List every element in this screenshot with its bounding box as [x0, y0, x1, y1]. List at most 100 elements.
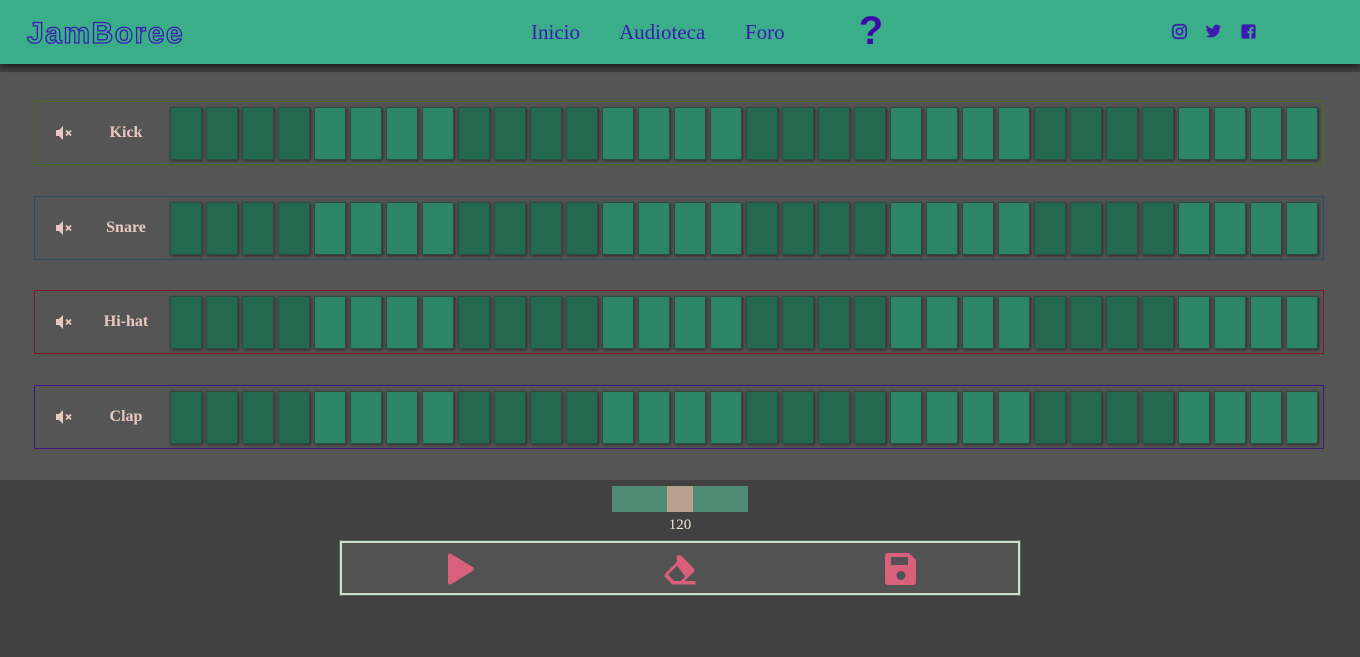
step-pad[interactable] [638, 391, 670, 444]
step-pad[interactable] [890, 107, 922, 160]
step-pad[interactable] [1250, 391, 1282, 444]
step-pad[interactable] [998, 391, 1030, 444]
step-pad[interactable] [710, 202, 742, 255]
step-pad[interactable] [1034, 296, 1066, 349]
step-pad[interactable] [1286, 107, 1318, 160]
step-pad[interactable] [998, 296, 1030, 349]
step-pad[interactable] [242, 202, 274, 255]
step-pad[interactable] [1106, 391, 1138, 444]
step-pad[interactable] [1070, 202, 1102, 255]
step-pad[interactable] [1034, 391, 1066, 444]
step-pad[interactable] [1178, 202, 1210, 255]
step-pad[interactable] [386, 202, 418, 255]
step-pad[interactable] [530, 107, 562, 160]
step-pad[interactable] [314, 202, 346, 255]
step-pad[interactable] [962, 391, 994, 444]
step-pad[interactable] [710, 296, 742, 349]
step-pad[interactable] [1178, 391, 1210, 444]
tempo-slider-thumb[interactable] [667, 486, 693, 512]
step-pad[interactable] [1106, 107, 1138, 160]
step-pad[interactable] [278, 391, 310, 444]
step-pad[interactable] [782, 202, 814, 255]
step-pad[interactable] [1142, 391, 1174, 444]
clear-button[interactable] [662, 551, 698, 587]
step-pad[interactable] [998, 202, 1030, 255]
step-pad[interactable] [674, 296, 706, 349]
step-pad[interactable] [530, 391, 562, 444]
step-pad[interactable] [458, 107, 490, 160]
step-pad[interactable] [206, 391, 238, 444]
step-pad[interactable] [710, 391, 742, 444]
step-pad[interactable] [890, 202, 922, 255]
step-pad[interactable] [494, 107, 526, 160]
step-pad[interactable] [1286, 391, 1318, 444]
step-pad[interactable] [1034, 202, 1066, 255]
step-pad[interactable] [746, 391, 778, 444]
step-pad[interactable] [1214, 107, 1246, 160]
step-pad[interactable] [242, 107, 274, 160]
step-pad[interactable] [566, 107, 598, 160]
nav-link-foro[interactable]: Foro [745, 20, 785, 44]
step-pad[interactable] [854, 107, 886, 160]
step-pad[interactable] [674, 202, 706, 255]
step-pad[interactable] [386, 296, 418, 349]
step-pad[interactable] [998, 107, 1030, 160]
step-pad[interactable] [458, 296, 490, 349]
step-pad[interactable] [350, 391, 382, 444]
step-pad[interactable] [566, 202, 598, 255]
step-pad[interactable] [782, 391, 814, 444]
step-pad[interactable] [1286, 202, 1318, 255]
step-pad[interactable] [602, 202, 634, 255]
jamboree-logo[interactable]: JamBoree [27, 14, 221, 50]
step-pad[interactable] [854, 391, 886, 444]
step-pad[interactable] [422, 296, 454, 349]
step-pad[interactable] [206, 107, 238, 160]
step-pad[interactable] [638, 107, 670, 160]
step-pad[interactable] [818, 391, 850, 444]
step-pad[interactable] [458, 202, 490, 255]
step-pad[interactable] [1142, 202, 1174, 255]
step-pad[interactable] [674, 107, 706, 160]
step-pad[interactable] [1178, 107, 1210, 160]
step-pad[interactable] [242, 296, 274, 349]
play-button[interactable] [442, 551, 478, 587]
step-pad[interactable] [458, 391, 490, 444]
step-pad[interactable] [206, 296, 238, 349]
help-icon[interactable]: ? [856, 10, 886, 52]
step-pad[interactable] [890, 391, 922, 444]
step-pad[interactable] [1142, 296, 1174, 349]
step-pad[interactable] [926, 296, 958, 349]
step-pad[interactable] [1070, 296, 1102, 349]
step-pad[interactable] [962, 107, 994, 160]
step-pad[interactable] [350, 107, 382, 160]
step-pad[interactable] [638, 296, 670, 349]
step-pad[interactable] [782, 296, 814, 349]
step-pad[interactable] [1250, 296, 1282, 349]
step-pad[interactable] [1106, 202, 1138, 255]
step-pad[interactable] [350, 296, 382, 349]
step-pad[interactable] [1142, 107, 1174, 160]
step-pad[interactable] [422, 107, 454, 160]
step-pad[interactable] [314, 391, 346, 444]
step-pad[interactable] [962, 202, 994, 255]
step-pad[interactable] [494, 202, 526, 255]
step-pad[interactable] [962, 296, 994, 349]
step-pad[interactable] [314, 296, 346, 349]
step-pad[interactable] [818, 107, 850, 160]
step-pad[interactable] [1070, 391, 1102, 444]
step-pad[interactable] [854, 296, 886, 349]
step-pad[interactable] [1034, 107, 1066, 160]
mute-icon[interactable] [55, 314, 73, 330]
step-pad[interactable] [854, 202, 886, 255]
step-pad[interactable] [1250, 202, 1282, 255]
step-pad[interactable] [350, 202, 382, 255]
step-pad[interactable] [494, 296, 526, 349]
step-pad[interactable] [1214, 391, 1246, 444]
step-pad[interactable] [710, 107, 742, 160]
step-pad[interactable] [206, 202, 238, 255]
nav-link-audioteca[interactable]: Audioteca [619, 20, 705, 44]
step-pad[interactable] [926, 391, 958, 444]
step-pad[interactable] [1286, 296, 1318, 349]
step-pad[interactable] [1250, 107, 1282, 160]
step-pad[interactable] [530, 202, 562, 255]
